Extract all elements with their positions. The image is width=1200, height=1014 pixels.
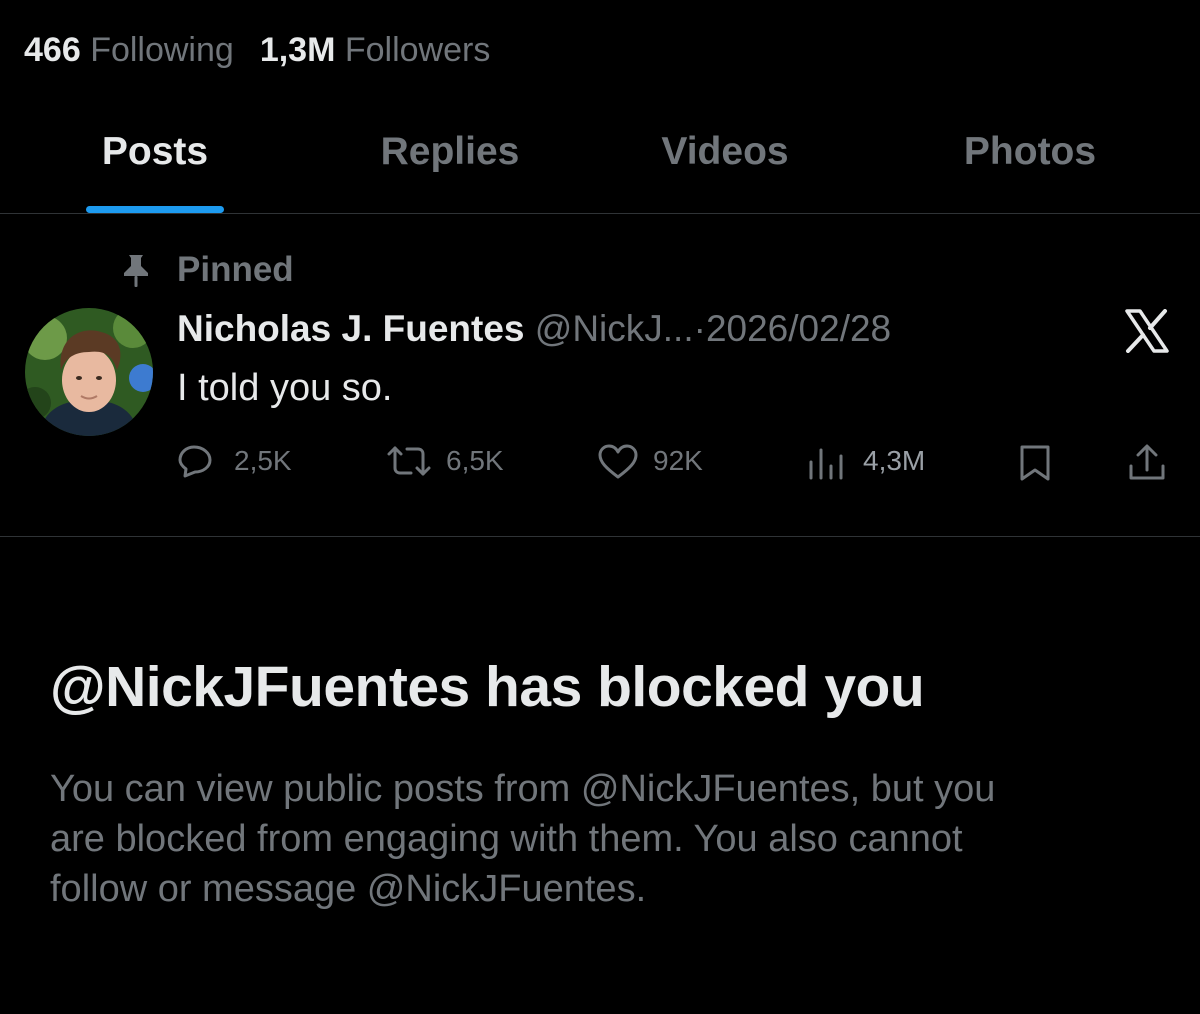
active-tab-indicator — [86, 206, 224, 213]
bookmark-button[interactable] — [1017, 441, 1057, 481]
section-divider — [0, 536, 1200, 537]
blocked-description-line: are blocked from engaging with them. You… — [50, 818, 963, 860]
like-button[interactable]: 92K — [597, 441, 727, 481]
reply-count: 2,5K — [234, 445, 292, 476]
tab-posts-label: Posts — [101, 130, 209, 173]
repost-button[interactable]: 6,5K — [385, 441, 525, 481]
following-label: Following — [90, 31, 234, 69]
blocked-title: @NickJFuentes has blocked you — [50, 655, 925, 719]
followers-count: 1,3M — [259, 31, 336, 69]
like-icon — [598, 444, 638, 479]
tweet-header: Nicholas J. Fuentes @NickJ...·2026/02/28 — [177, 306, 891, 352]
views-button[interactable]: 4,3M — [806, 441, 956, 481]
repost-icon — [387, 446, 431, 476]
author-handle[interactable]: @NickJ... — [535, 308, 694, 349]
followers-label: Followers — [344, 31, 491, 69]
profile-stats: 466 Following 1,3M Followers — [24, 30, 516, 70]
pin-icon — [124, 255, 148, 287]
like-count: 92K — [653, 445, 703, 476]
reply-icon — [178, 445, 212, 478]
profile-tabs: Posts Replies Videos Photos — [0, 100, 1200, 214]
reply-button[interactable]: 2,5K — [177, 441, 317, 481]
tab-videos-label: Videos — [661, 130, 789, 173]
tab-replies-label: Replies — [380, 130, 520, 173]
share-button[interactable] — [1127, 441, 1167, 481]
repost-count: 6,5K — [446, 445, 504, 476]
tab-photos-label: Photos — [963, 130, 1097, 173]
tab-replies[interactable]: Replies — [350, 100, 550, 213]
avatar[interactable] — [25, 308, 153, 436]
tab-posts[interactable]: Posts — [55, 100, 255, 213]
bookmark-icon — [1020, 445, 1050, 481]
views-icon — [809, 448, 843, 480]
pinned-label: Pinned — [177, 250, 294, 289]
blocked-description-line: follow or message @NickJFuentes. — [50, 868, 647, 910]
post-date[interactable]: 2026/02/28 — [706, 308, 891, 349]
following-link[interactable]: 466 Following — [24, 30, 234, 70]
avatar-image — [25, 308, 153, 436]
blocked-description-line: You can view public posts from @NickJFue… — [50, 768, 996, 810]
followers-link[interactable]: 1,3M Followers — [260, 30, 491, 70]
blocked-description: You can view public posts from @NickJFue… — [50, 764, 1160, 914]
following-count: 466 — [24, 31, 81, 69]
share-icon — [1129, 444, 1165, 480]
author-name[interactable]: Nicholas J. Fuentes — [177, 308, 525, 349]
tab-videos[interactable]: Videos — [625, 100, 825, 213]
x-logo-icon — [1125, 309, 1169, 353]
tweet-text: I told you so. — [177, 367, 393, 409]
views-count: 4,3M — [863, 445, 926, 476]
tab-photos[interactable]: Photos — [930, 100, 1130, 213]
separator-dot: · — [693, 308, 706, 349]
